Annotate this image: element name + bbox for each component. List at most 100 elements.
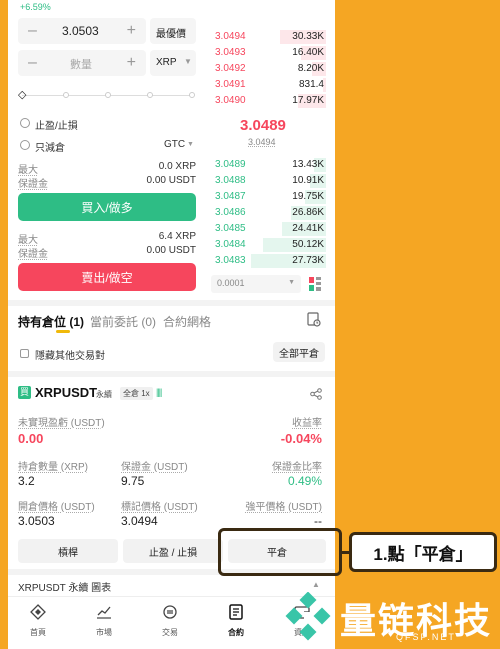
plus-icon[interactable]: + [127,22,136,40]
futures-icon [229,604,243,620]
bid-row[interactable]: 3.0487 19.75K [211,189,326,205]
nav-trade[interactable]: 交易 [145,604,195,638]
price-input[interactable]: – 3.0503 + [18,18,146,44]
sell-short-button[interactable]: 賣出/做空 [18,263,196,291]
minus-icon[interactable]: – [28,22,37,40]
bid-qty: 27.73K [292,255,324,266]
ask-price: 3.0492 [215,63,246,74]
bid-qty: 19.75K [292,191,324,202]
plus-icon[interactable]: + [127,54,136,72]
mark-price-label: 標記價格 (USDT) [121,502,198,513]
bid-qty: 10.91K [292,175,324,186]
hide-pairs-checkbox[interactable] [20,349,29,358]
bid-price: 3.0488 [215,175,246,186]
precision-select[interactable]: 0.0001 ▼ [211,275,301,293]
buy-long-button[interactable]: 買入/做多 [18,193,196,221]
unit-select[interactable]: XRP ▼ [150,50,196,76]
buy-badge: 買 [18,386,31,399]
tab-grid[interactable]: 合約網格 [163,313,211,330]
tp-sl-button[interactable]: 止盈 / 止損 [123,539,223,563]
mark-price: 3.0494 [248,137,276,147]
minus-icon[interactable]: – [28,54,37,72]
watermark-logo-icon [285,592,331,641]
bid-row[interactable]: 3.0488 10.91K [211,173,326,189]
nav-futures[interactable]: 合約 [211,604,261,638]
ask-qty: 8.20K [297,63,324,74]
nav-trade-label: 交易 [162,628,178,637]
precision-value: 0.0001 [217,278,245,288]
bid-row[interactable]: 3.0489 13.43K [211,157,326,173]
close-all-button[interactable]: 全部平倉 [273,342,325,362]
callout-highlight [218,528,342,576]
watermark-domain: QFSP.NET [396,632,456,642]
roi-label: 收益率 [292,418,322,429]
section-divider [8,371,335,377]
chart-footer-label[interactable]: XRPUSDT 永續 圖表 [18,579,111,594]
bid-price: 3.0487 [215,191,246,202]
callout-label: 1.點「平倉」 [349,532,497,572]
bid-row[interactable]: 3.0483 27.73K [211,253,326,269]
tab-open-orders[interactable]: 當前委託 (0) [90,313,156,330]
nav-home[interactable]: 首頁 [13,604,63,638]
sell-max-value: 6.4 XRP [158,231,196,242]
slider-tick[interactable] [189,92,195,98]
slider-tick[interactable] [105,92,111,98]
bid-row[interactable]: 3.0486 26.86K [211,205,326,221]
tif-select[interactable]: GTC [164,139,185,150]
tab-positions[interactable]: 持有倉位 (1) [18,313,84,330]
active-tab-indicator [56,330,70,333]
book-layout-icon[interactable] [309,277,321,291]
last-price: 3.0489 [240,117,286,134]
share-icon[interactable] [310,387,322,400]
reduce-only-radio[interactable] [20,140,30,150]
bid-price: 3.0483 [215,255,246,266]
slider-tick[interactable] [63,92,69,98]
ask-price: 3.0494 [215,31,246,42]
quantity-placeholder: 數量 [70,59,92,71]
bid-price: 3.0489 [215,159,246,170]
margin-ratio-label: 保證金比率 [272,462,322,473]
ask-row[interactable]: 3.0492 8.20K [211,61,326,77]
nav-home-label: 首頁 [30,628,46,637]
bid-row[interactable]: 3.0484 50.12K [211,237,326,253]
position-symbol[interactable]: XRPUSDT [35,385,97,400]
bid-price: 3.0484 [215,239,246,250]
quantity-input[interactable]: – 數量 + [18,50,146,76]
size-label: 持倉數量 (XRP) [18,462,88,473]
slider-handle-icon[interactable]: ◇ [18,88,26,101]
liq-price-value: -- [314,514,322,528]
nav-markets[interactable]: 市場 [79,604,129,638]
leverage-tag: 全倉 1x [120,387,153,400]
order-history-icon[interactable] [307,312,321,327]
entry-price-value: 3.0503 [18,514,55,528]
leverage-button[interactable]: 槓桿 [18,539,118,563]
size-value: 3.2 [18,474,35,488]
roi-value: -0.04% [280,431,322,446]
nav-futures-label: 合約 [228,628,244,637]
chart-line-icon [97,606,111,619]
slider-tick[interactable] [147,92,153,98]
unrealized-pnl-label: 未實現盈虧 (USDT) [18,418,105,429]
ask-row[interactable]: 3.0493 16.40K [211,45,326,61]
bid-price: 3.0485 [215,223,246,234]
ask-row[interactable]: 3.0491 831.4 [211,77,326,93]
margin-ratio-value: 0.49% [287,474,322,488]
position-type: 永續 [96,390,112,399]
buy-max-value: 0.0 XRP [158,161,196,172]
bid-row[interactable]: 3.0485 24.41K [211,221,326,237]
price-mode-button[interactable]: 最優價 [150,18,196,44]
tp-sl-label: 止盈/止損 [35,121,78,132]
hide-pairs-label: 隱藏其他交易對 [35,351,105,362]
price-value: 3.0503 [62,24,99,38]
liq-price-label: 強平價格 (USDT) [245,502,322,513]
signal-icon: |||| [156,387,162,397]
tp-sl-radio[interactable] [20,118,30,128]
ask-row[interactable]: 3.0494 30.33K [211,29,326,45]
chevron-up-icon[interactable]: ▲ [312,580,320,589]
chevron-down-icon: ▼ [288,279,295,286]
price-mode-label: 最優價 [156,29,186,40]
nav-markets-label: 市場 [96,628,112,637]
ask-qty: 16.40K [292,47,324,58]
ask-row[interactable]: 3.0490 17.97K [211,93,326,109]
bid-price: 3.0486 [215,207,246,218]
